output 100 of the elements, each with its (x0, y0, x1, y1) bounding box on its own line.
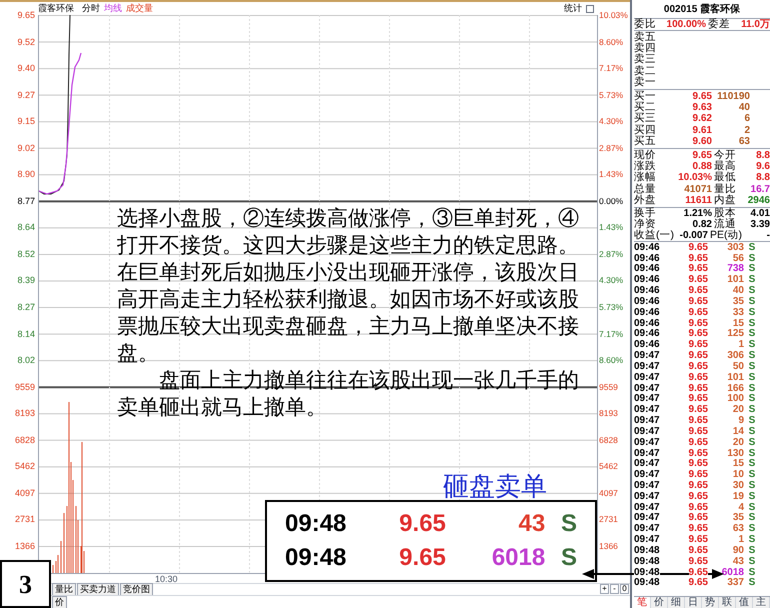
bid-volume: 6 (743, 113, 750, 124)
trade-side: S (748, 372, 756, 383)
trade-volume: 50 (732, 362, 744, 372)
field-value: - (766, 230, 770, 242)
trade-time: 09:48 (634, 556, 660, 567)
trade-side: S (748, 362, 756, 372)
axis-label: 1.43% (599, 169, 624, 180)
trade-volume: 101 (726, 372, 744, 383)
field-value: 11.0万 (740, 18, 770, 32)
trade-time: 09:46 (634, 285, 660, 296)
toggle-icon[interactable] (586, 4, 594, 12)
axis-label: 7.17% (599, 328, 624, 339)
stat-label[interactable]: 统计 (564, 1, 582, 16)
trade-volume: 33 (732, 308, 744, 318)
field-value: 11611 (684, 194, 712, 206)
trade-side: S (748, 416, 756, 426)
panel-tab[interactable]: 势 (702, 597, 719, 608)
ask-label: 卖四 (634, 42, 656, 54)
field-value: 0.82 (692, 219, 712, 230)
axis-label: 8.02 (17, 355, 35, 366)
trade-price: 9.65 (688, 328, 708, 340)
axis-label: 0.00% (599, 196, 624, 206)
trade-volume: 56 (732, 254, 744, 264)
trade-time: 09:46 (634, 263, 660, 274)
trade-price: 9.65 (688, 502, 708, 513)
bid-price: 9.61 (692, 124, 712, 136)
trade-time: 09:46 (634, 296, 660, 307)
trade-side: S (748, 286, 756, 296)
trade-price: 9.65 (688, 458, 708, 470)
chart-tab[interactable]: 价 (52, 596, 67, 608)
panel-tab[interactable]: 日 (685, 597, 702, 608)
trade-side: S (748, 578, 756, 588)
trade-time: 09:47 (634, 512, 660, 524)
bid-price: 9.65 (692, 91, 712, 102)
bid-volume: 110190 (716, 91, 750, 102)
field-value: 41071 (683, 184, 712, 195)
trade-volume: 20 (732, 405, 744, 416)
trade-time: 09:47 (634, 523, 660, 534)
trade-volume: 30 (732, 481, 744, 491)
trade-volume: 6018 (720, 568, 744, 578)
trade-volume: 1 (737, 535, 744, 546)
field-label: 量比 (713, 184, 737, 195)
trade-time: 09:47 (634, 382, 660, 394)
panel-tab[interactable]: 价 (651, 597, 668, 608)
trade-time: 09:47 (634, 426, 660, 437)
trade-side: S (748, 394, 756, 404)
field-value: 8.8 (755, 172, 770, 184)
field-label: 涨幅 (634, 172, 657, 184)
axis-label: 8.60% (599, 36, 624, 47)
field-label: 内盘 (713, 194, 737, 206)
trade-time: 09:47 (634, 534, 660, 546)
trade-side: S (748, 264, 756, 274)
axis-label: 5.73% (599, 90, 624, 100)
trade-volume: 130 (726, 448, 744, 459)
bid-volume: 40 (738, 102, 750, 114)
trade-side: S (748, 513, 756, 524)
field-label: 最低 (713, 172, 737, 184)
trade-time: 09:46 (634, 242, 660, 253)
trade-price: 9.65 (688, 415, 708, 426)
trade-side: S (748, 296, 756, 307)
trade-side: S (748, 470, 756, 480)
axis-label: 8.64 (17, 222, 35, 232)
zoom-button[interactable]: 0 (620, 584, 629, 594)
trade-time: 09:47 (634, 502, 660, 513)
zoom-button[interactable]: + (600, 584, 609, 594)
time-label: 10:30 (155, 574, 178, 583)
chart-tab[interactable]: 竞价图 (120, 582, 153, 596)
trade-volume: 101 (726, 275, 744, 286)
axis-label: 2.87% (599, 142, 624, 153)
trade-price: 9.65 (688, 318, 708, 329)
bid-label: 买一 (634, 91, 657, 102)
field-value: 9.65 (692, 150, 712, 161)
trade-price: 9.65 (688, 263, 708, 274)
axis-label: 8.60% (599, 355, 624, 366)
field-value: 9.6 (755, 161, 770, 172)
trade-volume: 40 (732, 286, 744, 296)
chart-tab[interactable]: 买卖力道 (77, 582, 119, 596)
field-value: 1.21% (682, 208, 712, 219)
trade-time: 09:47 (634, 480, 660, 491)
trade-volume: 306 (726, 351, 744, 362)
field-label: 股本 (713, 208, 737, 219)
panel-tab[interactable]: 联 (719, 597, 736, 608)
field-value: -0.007 (678, 230, 708, 242)
trade-price: 9.65 (688, 490, 708, 502)
trade-price: 9.65 (688, 404, 708, 416)
trade-side: S (748, 254, 756, 264)
panel-tab[interactable]: 主 (753, 597, 770, 608)
panel-tab[interactable]: 笔 (634, 597, 651, 608)
panel-tab[interactable]: 值 (736, 597, 753, 608)
trade-time: 09:47 (634, 448, 660, 459)
axis-label: 4.30% (599, 116, 624, 126)
zoom-button[interactable]: - (610, 584, 619, 594)
trade-price: 9.65 (688, 512, 708, 524)
panel-tab[interactable]: 细 (668, 597, 685, 608)
chart-tab[interactable]: 量比 (52, 582, 76, 596)
field-label: 换手 (634, 208, 657, 219)
legend-label: 成交量 (126, 2, 153, 15)
trade-volume: 15 (732, 459, 744, 470)
axis-label: 9.27 (17, 90, 35, 100)
bid-label: 买四 (634, 124, 657, 136)
